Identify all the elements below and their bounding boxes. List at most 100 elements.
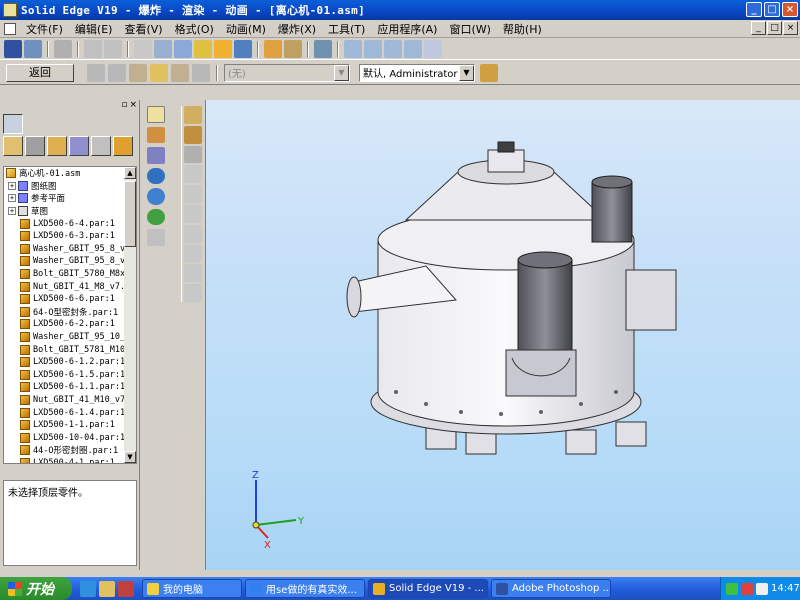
tab-assembly[interactable] bbox=[3, 136, 23, 156]
menu-file[interactable]: 文件(F) bbox=[20, 21, 69, 37]
tab-parts-library[interactable] bbox=[25, 136, 45, 156]
chevron-down-icon[interactable]: ▼ bbox=[334, 64, 349, 81]
tree-item[interactable]: Nut_GBIT_41_M8_v7. bbox=[4, 280, 136, 293]
doc-minimize-button[interactable]: _ bbox=[751, 21, 766, 35]
clock[interactable]: 14:47 bbox=[771, 583, 800, 594]
shaded-icon[interactable] bbox=[194, 39, 212, 58]
align-icon[interactable] bbox=[183, 284, 202, 302]
zoom-icon[interactable] bbox=[364, 39, 382, 58]
tab-pathfinder[interactable] bbox=[3, 114, 23, 134]
new-sheet-icon[interactable] bbox=[134, 39, 152, 58]
task-my-computer[interactable]: 我的电脑 bbox=[142, 579, 242, 598]
ie-icon[interactable] bbox=[80, 580, 96, 597]
centrifuge-model[interactable]: Z Y X bbox=[206, 100, 800, 570]
configuration-icon[interactable] bbox=[480, 63, 498, 82]
unbind-icon[interactable] bbox=[183, 204, 202, 223]
task-browser[interactable]: 用se做的有真实效... bbox=[245, 579, 365, 598]
solid-edge-app-icon[interactable] bbox=[3, 3, 17, 17]
spread-icon[interactable] bbox=[183, 264, 202, 283]
menu-explode[interactable]: 爆炸(X) bbox=[272, 21, 322, 37]
rotate-icon[interactable] bbox=[183, 244, 202, 263]
explorer-icon[interactable] bbox=[99, 580, 115, 597]
component-select-icon[interactable] bbox=[147, 126, 165, 144]
tree-item[interactable]: LXD500-4-1.par:1 bbox=[4, 457, 136, 463]
scroll-thumb[interactable] bbox=[124, 181, 136, 247]
menu-format[interactable]: 格式(O) bbox=[169, 21, 220, 37]
minimize-button[interactable]: _ bbox=[746, 2, 762, 17]
tree-item[interactable]: 64-O型密封条.par:1 bbox=[4, 306, 136, 319]
auto-explode-icon[interactable] bbox=[87, 63, 105, 82]
tree-item[interactable]: LXD500-6-3.par:1 bbox=[4, 230, 136, 243]
close-button[interactable]: × bbox=[782, 2, 798, 17]
print-icon[interactable] bbox=[54, 39, 72, 58]
tree-scrollbar[interactable]: ▲ ▼ bbox=[124, 167, 136, 463]
redo-icon[interactable] bbox=[104, 39, 122, 58]
more-tools-icon[interactable] bbox=[147, 229, 165, 246]
tree-item[interactable]: LXD500-6-1.2.par:1 bbox=[4, 356, 136, 369]
scroll-up-icon[interactable]: ▲ bbox=[124, 167, 136, 179]
chevron-down-icon[interactable]: ▼ bbox=[459, 64, 474, 81]
tree-item[interactable]: LXD500-6-2.par:1 bbox=[4, 318, 136, 331]
render-icon[interactable] bbox=[147, 188, 165, 205]
drag-component-icon[interactable] bbox=[183, 125, 202, 144]
explode-tool-icon[interactable] bbox=[183, 106, 202, 124]
volume-icon[interactable] bbox=[756, 582, 768, 595]
layers-icon[interactable] bbox=[264, 39, 282, 58]
tree-item[interactable]: LXD500-6-1.1.par:1 bbox=[4, 381, 136, 394]
bind-icon[interactable] bbox=[183, 185, 202, 203]
zoom-area-icon[interactable] bbox=[344, 39, 362, 58]
3d-viewport[interactable]: Z Y X bbox=[205, 100, 800, 570]
network-icon[interactable] bbox=[726, 582, 738, 595]
menu-edit[interactable]: 编辑(E) bbox=[69, 21, 119, 37]
save-icon[interactable] bbox=[4, 39, 22, 58]
task-solid-edge[interactable]: Solid Edge V19 - ... bbox=[368, 579, 488, 598]
unexplode-icon[interactable] bbox=[192, 63, 210, 82]
collapse-icon[interactable] bbox=[171, 63, 189, 82]
back-button[interactable]: 返回 bbox=[6, 63, 74, 82]
tree-item[interactable]: + 草图 bbox=[4, 205, 136, 218]
expand-icon[interactable]: + bbox=[8, 194, 16, 203]
menu-help[interactable]: 帮助(H) bbox=[497, 21, 548, 37]
view-orient-icon[interactable] bbox=[314, 39, 332, 58]
group-icon[interactable] bbox=[183, 145, 202, 164]
tab-feature-library[interactable] bbox=[113, 136, 133, 156]
place-part-icon[interactable] bbox=[147, 147, 165, 164]
fit-icon[interactable] bbox=[384, 39, 402, 58]
environment-icon[interactable] bbox=[147, 208, 165, 226]
tree-item[interactable]: LXD500-6-6.par:1 bbox=[4, 293, 136, 306]
tree-item[interactable]: LXD500-6-1.5.par:1 bbox=[4, 369, 136, 382]
save-all-icon[interactable] bbox=[24, 39, 42, 58]
tree-item[interactable]: LXD500-6-4.par:1 bbox=[4, 217, 136, 230]
undo-icon[interactable] bbox=[84, 39, 102, 58]
tree-item[interactable]: Washer_GBIT_95_8_v bbox=[4, 243, 136, 256]
tree-item[interactable]: Washer_GBIT_95_10_ bbox=[4, 331, 136, 344]
select-arrow-icon[interactable] bbox=[147, 106, 165, 123]
tab-views[interactable] bbox=[91, 136, 111, 156]
menu-animation[interactable]: 动画(M) bbox=[220, 21, 272, 37]
doc-close-button[interactable]: × bbox=[783, 21, 798, 35]
user-select[interactable]: 默认, Administrator ▼ bbox=[359, 63, 475, 82]
explode-icon[interactable] bbox=[108, 63, 126, 82]
tree-item[interactable]: LXD500-10-04.par:1 bbox=[4, 431, 136, 444]
tree-item[interactable]: Bolt_GBIT_5780_M8x bbox=[4, 268, 136, 281]
style-select[interactable]: (无) ▼ bbox=[224, 63, 350, 82]
scroll-down-icon[interactable]: ▼ bbox=[124, 451, 136, 463]
tree-item[interactable]: Bolt_GBIT_5781_M10 bbox=[4, 343, 136, 356]
menu-tools[interactable]: 工具(T) bbox=[322, 21, 371, 37]
view-cube2-icon[interactable] bbox=[174, 39, 192, 58]
tree-item[interactable]: + 参考平面 bbox=[4, 192, 136, 205]
flowline-icon[interactable] bbox=[183, 165, 202, 184]
menu-window[interactable]: 窗口(W) bbox=[443, 21, 496, 37]
pan-icon[interactable] bbox=[404, 39, 422, 58]
panel-close-icon[interactable]: × bbox=[129, 100, 137, 112]
document-icon[interactable] bbox=[4, 22, 16, 35]
tab-layers[interactable] bbox=[47, 136, 67, 156]
view-cube-icon[interactable] bbox=[154, 39, 172, 58]
tree-item[interactable]: 44-O形密封圈.par:1 bbox=[4, 444, 136, 457]
tree-item[interactable]: LXD500-6-1.4.par:1 bbox=[4, 406, 136, 419]
expand-icon[interactable]: + bbox=[8, 207, 16, 216]
sphere-icon[interactable] bbox=[234, 39, 252, 58]
components-icon[interactable] bbox=[284, 39, 302, 58]
task-photoshop[interactable]: Adobe Photoshop ... bbox=[491, 579, 611, 598]
doc-restore-button[interactable]: □ bbox=[767, 21, 782, 35]
